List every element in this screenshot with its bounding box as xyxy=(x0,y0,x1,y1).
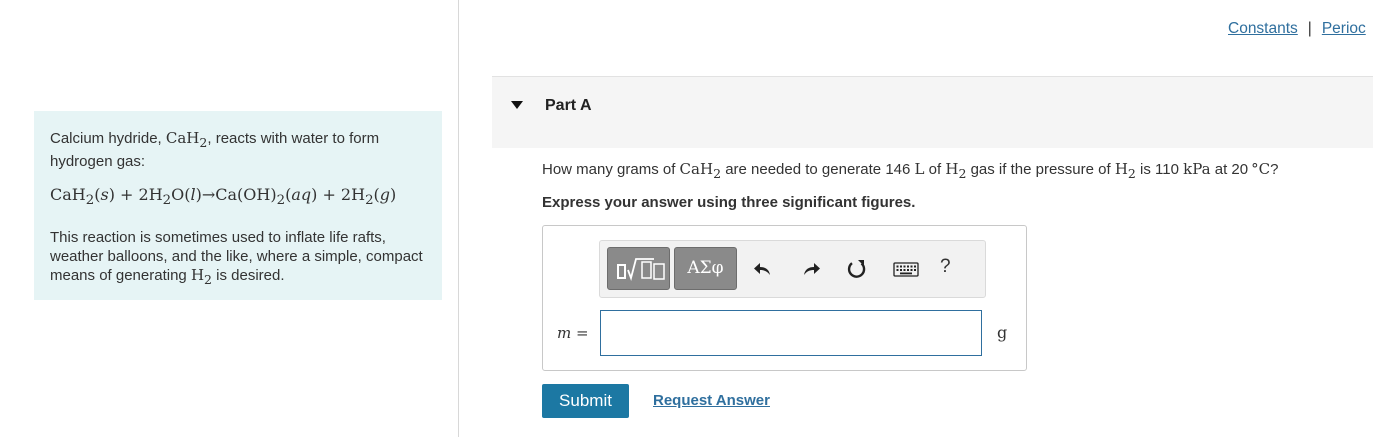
part-title: Part A xyxy=(545,97,592,114)
submit-button[interactable]: Submit xyxy=(542,384,629,418)
reset-icon[interactable] xyxy=(846,258,868,280)
periodic-table-link[interactable]: Perioc xyxy=(1322,20,1366,37)
keyboard-icon[interactable] xyxy=(893,258,919,280)
cah2-formula: CaH2 xyxy=(165,129,208,150)
collapse-caret-icon[interactable] xyxy=(511,101,523,109)
part-a-header[interactable]: Part A xyxy=(492,76,1373,148)
redo-icon[interactable] xyxy=(800,258,822,280)
intro-paragraph-2: This reaction is sometimes used to infla… xyxy=(50,229,423,288)
answer-instruction: Express your answer using three signific… xyxy=(542,194,916,211)
greek-symbols-button[interactable]: ΑΣφ xyxy=(674,247,737,290)
resource-links: Constants | Perioc xyxy=(1228,20,1366,38)
help-icon[interactable]: ? xyxy=(940,256,951,278)
math-toolbar: ΑΣφ ? xyxy=(599,240,986,298)
constants-link[interactable]: Constants xyxy=(1228,20,1298,37)
column-divider xyxy=(458,0,459,437)
question-text: How many grams of CaH2 are needed to gen… xyxy=(542,160,1279,181)
answer-variable-label: m = xyxy=(557,324,589,342)
answer-unit: g xyxy=(997,323,1008,342)
intro-paragraph-1: Calcium hydride, CaH2, reacts with water… xyxy=(50,129,380,170)
answer-box: ΑΣφ ? m = g xyxy=(542,225,1027,371)
templates-icon xyxy=(617,258,665,281)
intro-panel: Calcium hydride, CaH2, reacts with water… xyxy=(34,111,442,300)
templates-button[interactable] xyxy=(607,247,670,290)
link-separator: | xyxy=(1307,20,1312,37)
reaction-equation: CaH2(s) + 2H2O(l)→Ca(OH)2(aq) + 2H2(g) xyxy=(50,185,397,209)
request-answer-link[interactable]: Request Answer xyxy=(653,392,770,409)
undo-icon[interactable] xyxy=(752,258,774,280)
h2-formula: H2 xyxy=(190,266,212,288)
answer-input[interactable] xyxy=(600,310,982,356)
